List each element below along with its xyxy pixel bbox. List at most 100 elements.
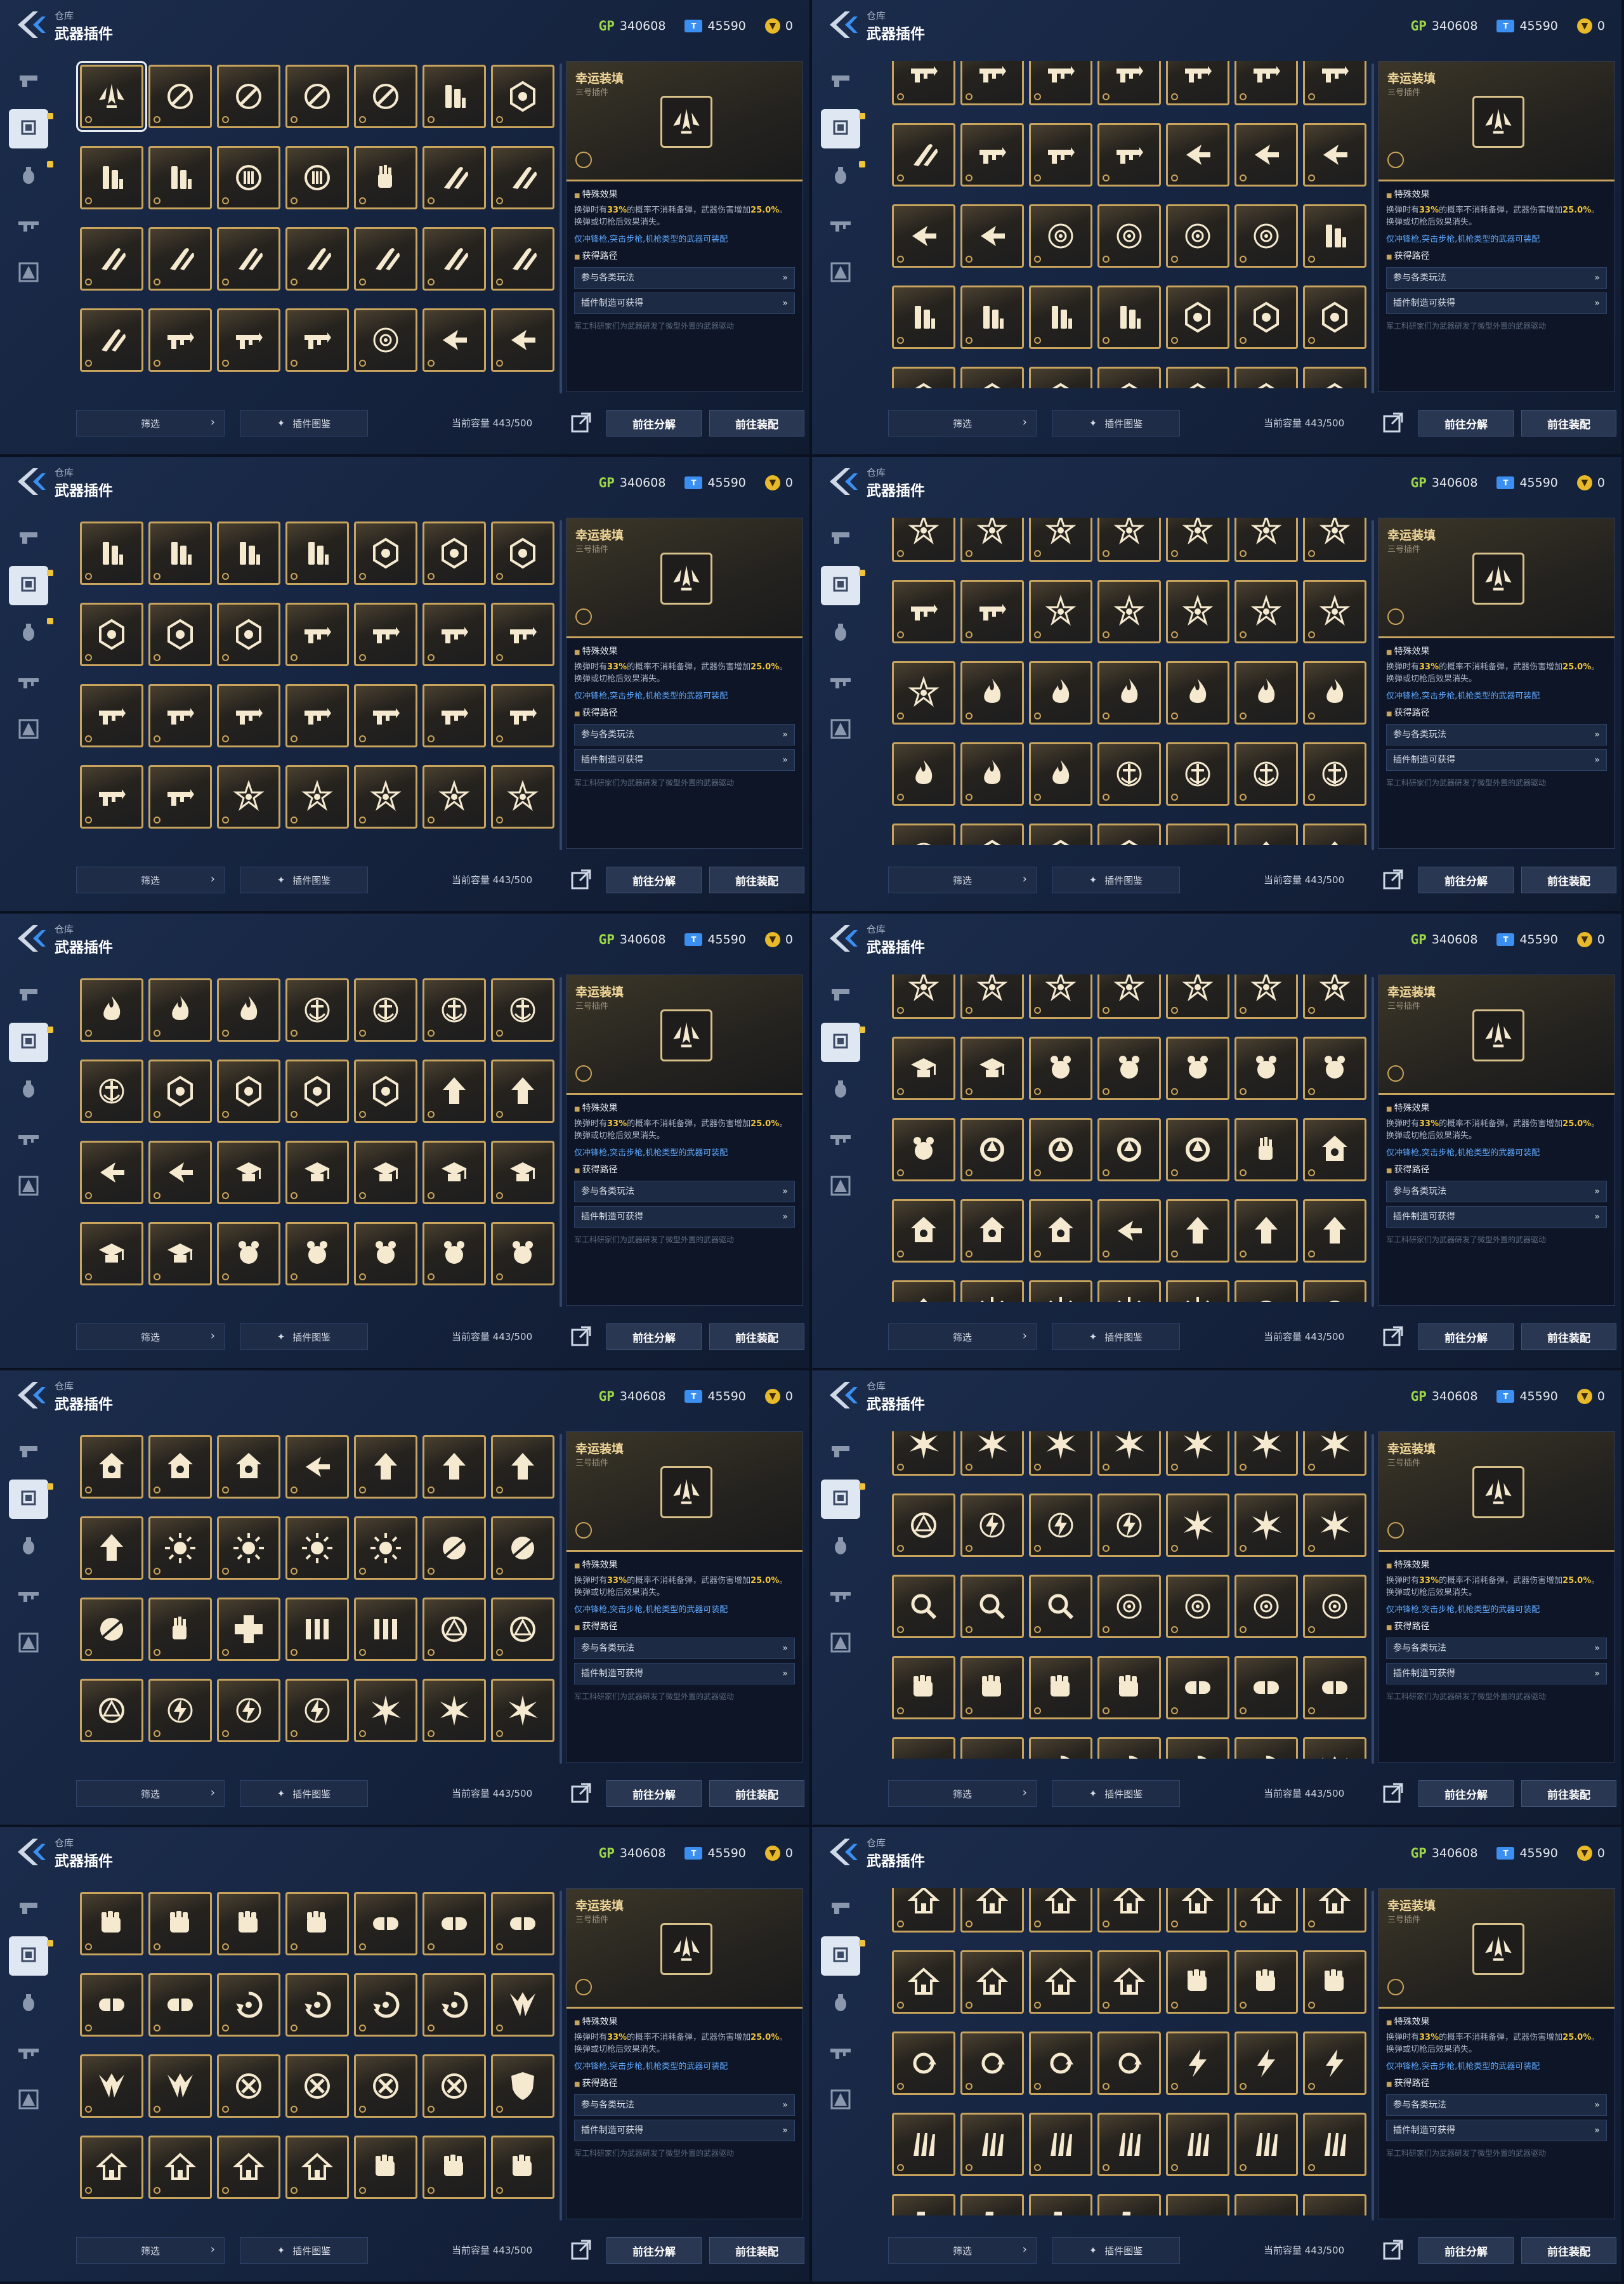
plugin-slot[interactable] [1029, 286, 1092, 349]
back-arrow-icon[interactable] [14, 924, 48, 953]
plugin-slot[interactable] [1029, 580, 1092, 643]
plugin-slot[interactable] [148, 684, 212, 747]
sidebar-tab-chip[interactable] [821, 1936, 865, 1976]
plugin-slot[interactable] [892, 367, 955, 388]
plugin-atlas-button[interactable]: ✦ 插件图鉴 [240, 410, 368, 436]
plugin-slot[interactable] [1029, 2113, 1092, 2176]
plugin-slot[interactable] [148, 1516, 212, 1580]
back-arrow-icon[interactable] [14, 467, 48, 496]
plugin-slot[interactable] [960, 1950, 1024, 2014]
plugin-slot[interactable] [892, 1656, 955, 1719]
plugin-slot[interactable] [1029, 1737, 1092, 1759]
grid-scrollbar[interactable] [1372, 1891, 1374, 2221]
plugin-slot[interactable] [217, 1141, 280, 1204]
filter-button[interactable]: 筛选 › [76, 1323, 225, 1350]
plugin-slot[interactable] [960, 2031, 1024, 2095]
filter-button[interactable]: 筛选 › [76, 867, 225, 893]
source-modes-link[interactable]: 参与各类玩法» [574, 1638, 795, 1659]
sidebar-tab-rifle[interactable] [821, 662, 860, 702]
plugin-slot[interactable] [960, 1575, 1024, 1638]
sidebar-tab-chip[interactable] [9, 566, 53, 605]
sidebar-tab-pistol[interactable] [9, 518, 48, 557]
plugin-slot[interactable] [217, 227, 280, 291]
filter-button[interactable]: 筛选 › [76, 410, 225, 436]
plugin-slot[interactable] [892, 1950, 955, 2014]
plugin-slot[interactable] [285, 1141, 349, 1204]
sidebar-tab-rifle[interactable] [9, 1119, 48, 1158]
plugin-slot[interactable] [354, 2136, 417, 2199]
plugin-slot[interactable] [1234, 1493, 1298, 1557]
plugin-slot[interactable] [354, 978, 417, 1042]
dismantle-button[interactable]: 前往分解 [606, 867, 702, 893]
plugin-slot[interactable] [217, 1973, 280, 2037]
plugin-slot[interactable] [354, 1598, 417, 1661]
back-arrow-icon[interactable] [826, 1381, 860, 1410]
plugin-slot[interactable] [148, 1892, 212, 1955]
filter-button[interactable]: 筛选 › [888, 1323, 1037, 1350]
plugin-slot[interactable] [1303, 1493, 1366, 1557]
equip-button[interactable]: 前往装配 [709, 1780, 804, 1807]
plugin-slot[interactable] [1166, 2031, 1229, 2095]
plugin-slot[interactable] [491, 2054, 554, 2118]
sidebar-tab-character[interactable] [821, 2081, 860, 2120]
plugin-slot[interactable] [285, 1516, 349, 1580]
sidebar-tab-pistol[interactable] [9, 1888, 48, 1927]
sidebar-tab-grenade[interactable] [9, 614, 53, 653]
plugin-slot[interactable] [1303, 975, 1366, 1019]
plugin-slot[interactable] [1303, 286, 1366, 349]
plugin-slot[interactable] [1097, 975, 1161, 1019]
export-icon[interactable] [1382, 2238, 1405, 2261]
sidebar-tab-character[interactable] [821, 1167, 860, 1207]
plugin-slot[interactable] [1166, 1493, 1229, 1557]
sidebar-tab-chip[interactable] [821, 1023, 865, 1062]
sidebar-tab-grenade[interactable] [821, 1071, 860, 1110]
plugin-slot[interactable] [285, 765, 349, 829]
plugin-slot[interactable] [892, 518, 955, 562]
plugin-slot[interactable] [1097, 824, 1161, 845]
plugin-slot[interactable] [80, 2136, 143, 2199]
plugin-slot[interactable] [80, 603, 143, 666]
plugin-slot[interactable] [960, 742, 1024, 806]
plugin-slot[interactable] [491, 978, 554, 1042]
plugin-slot[interactable] [285, 978, 349, 1042]
plugin-slot[interactable] [1029, 367, 1092, 388]
plugin-slot[interactable] [1234, 2031, 1298, 2095]
source-craft-link[interactable]: 插件制造可获得» [574, 1663, 795, 1684]
plugin-slot[interactable] [217, 146, 280, 209]
plugin-slot[interactable] [491, 1892, 554, 1955]
plugin-slot[interactable] [1166, 1737, 1229, 1759]
plugin-slot[interactable] [285, 522, 349, 585]
plugin-slot[interactable] [960, 1493, 1024, 1557]
plugin-slot[interactable] [1097, 1431, 1161, 1476]
sidebar-tab-character[interactable] [821, 1624, 860, 1664]
grid-scrollbar[interactable] [560, 1891, 562, 2221]
plugin-slot[interactable] [217, 1679, 280, 1742]
plugin-slot[interactable] [1166, 1950, 1229, 2014]
plugin-slot[interactable] [285, 603, 349, 666]
plugin-slot[interactable] [960, 2194, 1024, 2215]
equip-button[interactable]: 前往装配 [709, 410, 804, 436]
filter-button[interactable]: 筛选 › [888, 2237, 1037, 2264]
plugin-slot[interactable] [1166, 661, 1229, 725]
sidebar-tab-pistol[interactable] [9, 1431, 48, 1471]
plugin-slot[interactable] [148, 765, 212, 829]
plugin-slot[interactable] [354, 1222, 417, 1285]
plugin-slot[interactable] [1097, 123, 1161, 187]
plugin-slot[interactable] [1303, 661, 1366, 725]
sidebar-tab-character[interactable] [9, 711, 48, 750]
plugin-slot[interactable] [1166, 61, 1229, 105]
source-craft-link[interactable]: 插件制造可获得» [1386, 1663, 1607, 1684]
equip-button[interactable]: 前往装配 [709, 867, 804, 893]
plugin-slot[interactable] [1029, 661, 1092, 725]
plugin-slot[interactable] [148, 2136, 212, 2199]
plugin-slot[interactable] [1234, 61, 1298, 105]
plugin-slot[interactable] [80, 1973, 143, 2037]
plugin-slot[interactable] [960, 286, 1024, 349]
plugin-slot[interactable] [354, 1141, 417, 1204]
plugin-slot[interactable] [1097, 61, 1161, 105]
plugin-slot[interactable] [285, 2054, 349, 2118]
plugin-slot[interactable] [960, 1037, 1024, 1100]
plugin-slot[interactable] [1097, 2031, 1161, 2095]
sidebar-tab-pistol[interactable] [821, 975, 860, 1014]
plugin-slot[interactable] [217, 978, 280, 1042]
